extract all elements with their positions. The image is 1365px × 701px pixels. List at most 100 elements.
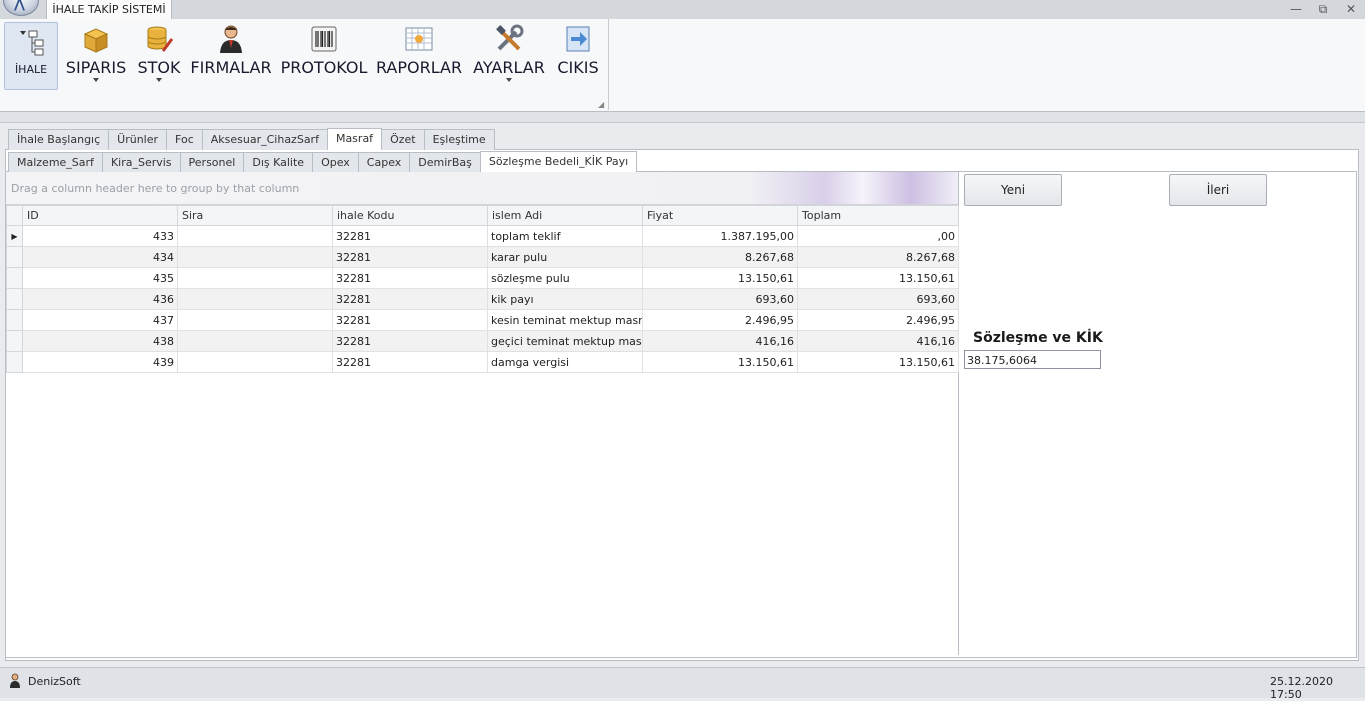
column-header-sira[interactable]: Sira <box>177 205 333 226</box>
cell-ihale-kodu[interactable]: 32281 <box>332 288 488 310</box>
column-header-islem-adi[interactable]: islem Adi <box>487 205 643 226</box>
table-row[interactable]: 435 32281 sözleşme pulu 13.150,61 13.150… <box>6 267 959 289</box>
chevron-down-icon <box>506 78 512 82</box>
ayarlar-button[interactable]: AYARLAR <box>470 20 548 90</box>
cell-ihale-kodu[interactable]: 32281 <box>332 267 488 289</box>
ribbon-tab-main[interactable]: İHALE TAKİP SİSTEMİ <box>46 0 172 19</box>
cell-islem-adi[interactable]: kik payı <box>487 288 643 310</box>
sozlesme-kik-field[interactable]: 38.175,6064 <box>964 350 1101 369</box>
cell-islem-adi[interactable]: damga vergisi <box>487 351 643 373</box>
tab-sozlesme-bedeli-kik-payi[interactable]: Sözleşme Bedeli_KİK Payı <box>479 151 638 173</box>
cell-ihale-kodu[interactable]: 32281 <box>332 246 488 268</box>
row-indicator <box>6 288 23 310</box>
cell-islem-adi[interactable]: sözleşme pulu <box>487 267 643 289</box>
cell-id[interactable]: 439 <box>22 351 178 373</box>
ribbon-dialog-launcher[interactable]: ◢ <box>598 100 606 109</box>
cell-toplam[interactable]: 13.150,61 <box>797 351 959 373</box>
cell-id[interactable]: 437 <box>22 309 178 331</box>
tab-opex[interactable]: Opex <box>312 152 359 173</box>
cell-toplam[interactable]: 2.496,95 <box>797 309 959 331</box>
cell-toplam[interactable]: ,00 <box>797 225 959 247</box>
tab-masraf[interactable]: Masraf <box>326 128 383 150</box>
raporlar-label: RAPORLAR <box>375 58 463 77</box>
ileri-button[interactable]: İleri <box>1169 174 1267 206</box>
minimize-button[interactable]: — <box>1283 1 1309 17</box>
cell-fiyat[interactable]: 13.150,61 <box>642 267 798 289</box>
table-row[interactable]: 439 32281 damga vergisi 13.150,61 13.150… <box>6 351 959 373</box>
tab-eslestime[interactable]: Eşleştime <box>423 129 495 150</box>
cell-fiyat[interactable]: 416,16 <box>642 330 798 352</box>
tab-kira-servis[interactable]: Kira_Servis <box>101 152 181 173</box>
tab-personel[interactable]: Personel <box>179 152 245 173</box>
cell-fiyat[interactable]: 1.387.195,00 <box>642 225 798 247</box>
cell-islem-adi[interactable]: karar pulu <box>487 246 643 268</box>
status-datetime: 25.12.2020 17:50 <box>1270 675 1333 701</box>
status-bar <box>0 667 1365 698</box>
title-bar <box>0 0 1365 20</box>
cell-sira[interactable] <box>177 309 333 331</box>
column-header-fiyat[interactable]: Fiyat <box>642 205 798 226</box>
barcode-icon <box>311 26 337 52</box>
cell-id[interactable]: 436 <box>22 288 178 310</box>
cell-sira[interactable] <box>177 225 333 247</box>
cell-ihale-kodu[interactable]: 32281 <box>332 351 488 373</box>
cell-toplam[interactable]: 693,60 <box>797 288 959 310</box>
cell-sira[interactable] <box>177 267 333 289</box>
tab-ozet[interactable]: Özet <box>381 129 425 150</box>
current-row-indicator-icon: ▶ <box>6 225 23 247</box>
cell-islem-adi[interactable]: kesin teminat mektup masrafi <box>487 309 643 331</box>
cell-fiyat[interactable]: 8.267,68 <box>642 246 798 268</box>
cell-islem-adi[interactable]: geçici teminat mektup masrafi <box>487 330 643 352</box>
cell-id[interactable]: 433 <box>22 225 178 247</box>
cell-ihale-kodu[interactable]: 32281 <box>332 225 488 247</box>
tab-malzeme-sarf[interactable]: Malzeme_Sarf <box>8 152 103 173</box>
group-by-panel[interactable]: Drag a column header here to group by th… <box>6 172 958 205</box>
siparis-button[interactable]: SIPARIS <box>64 20 128 90</box>
cell-toplam[interactable]: 13.150,61 <box>797 267 959 289</box>
cell-fiyat[interactable]: 693,60 <box>642 288 798 310</box>
tab-dis-kalite[interactable]: Dış Kalite <box>243 152 314 173</box>
cell-islem-adi[interactable]: toplam teklif <box>487 225 643 247</box>
cell-toplam[interactable]: 416,16 <box>797 330 959 352</box>
table-row[interactable]: 434 32281 karar pulu 8.267,68 8.267,68 <box>6 246 959 268</box>
yeni-button[interactable]: Yeni <box>964 174 1062 206</box>
cell-sira[interactable] <box>177 246 333 268</box>
cell-toplam[interactable]: 8.267,68 <box>797 246 959 268</box>
cell-ihale-kodu[interactable]: 32281 <box>332 309 488 331</box>
cell-sira[interactable] <box>177 351 333 373</box>
ihale-button[interactable]: İHALE <box>4 22 58 90</box>
table-row[interactable]: 438 32281 geçici teminat mektup masrafi … <box>6 330 959 352</box>
sub-tab-strip: Malzeme_Sarf Kira_Servis Personel Dış Kalit… <box>8 151 638 173</box>
database-icon <box>147 26 174 52</box>
raporlar-button[interactable]: RAPORLAR <box>375 20 463 90</box>
cell-id[interactable]: 438 <box>22 330 178 352</box>
cell-fiyat[interactable]: 2.496,95 <box>642 309 798 331</box>
tab-foc[interactable]: Foc <box>166 129 203 150</box>
restore-button[interactable]: ⧉ <box>1310 1 1336 17</box>
cell-sira[interactable] <box>177 330 333 352</box>
tab-capex[interactable]: Capex <box>357 152 411 173</box>
firmalar-button[interactable]: FIRMALAR <box>190 20 272 90</box>
column-header-toplam[interactable]: Toplam <box>797 205 959 226</box>
protokol-button[interactable]: PROTOKOL <box>280 20 368 90</box>
column-header-id[interactable]: ID <box>22 205 178 226</box>
cikis-button[interactable]: CIKIS <box>555 20 601 90</box>
table-row[interactable]: 436 32281 kik payı 693,60 693,60 <box>6 288 959 310</box>
tab-demirbas[interactable]: DemirBaş <box>409 152 481 173</box>
tab-urunler[interactable]: Ürünler <box>108 129 168 150</box>
row-indicator-header <box>6 205 23 226</box>
tab-aksesuar-cihazsarf[interactable]: Aksesuar_CihazSarf <box>201 129 328 150</box>
table-row[interactable]: 437 32281 kesin teminat mektup masrafi 2… <box>6 309 959 331</box>
column-header-ihale-kodu[interactable]: ihale Kodu <box>332 205 488 226</box>
tab-ihale-baslangic[interactable]: İhale Başlangıç <box>8 129 110 150</box>
cell-fiyat[interactable]: 13.150,61 <box>642 351 798 373</box>
table-row[interactable]: ▶ 433 32281 toplam teklif 1.387.195,00 ,… <box>6 225 959 247</box>
stok-button[interactable]: STOK <box>134 20 184 90</box>
cell-id[interactable]: 435 <box>22 267 178 289</box>
cell-ihale-kodu[interactable]: 32281 <box>332 330 488 352</box>
protokol-label: PROTOKOL <box>280 58 368 77</box>
cell-sira[interactable] <box>177 288 333 310</box>
cell-id[interactable]: 434 <box>22 246 178 268</box>
close-button[interactable]: ✕ <box>1338 1 1364 17</box>
chevron-down-icon <box>156 78 162 82</box>
